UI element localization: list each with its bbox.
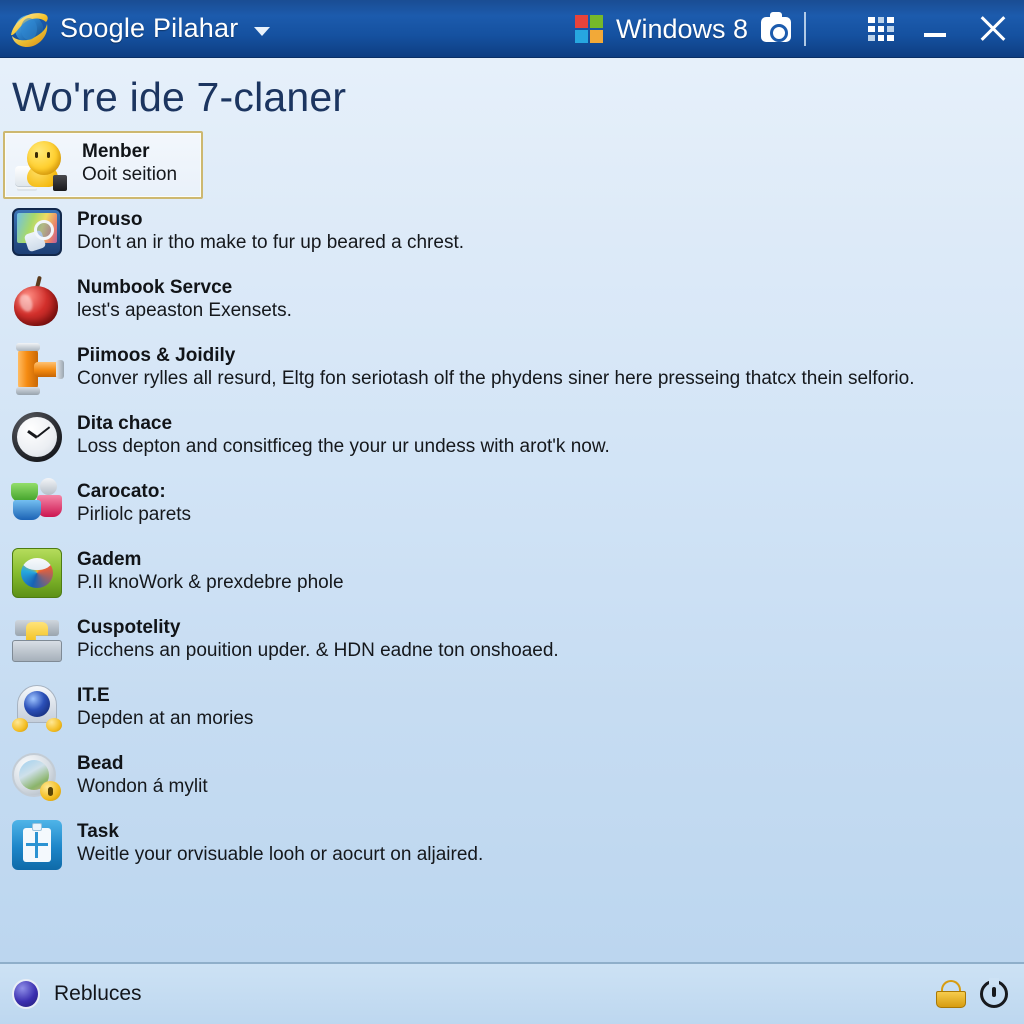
title-bar: Soogle Pilahar Windows 8 bbox=[0, 0, 1024, 58]
list-item-desc: Conver rylles all resurd, Eltg fon serio… bbox=[77, 368, 915, 390]
list-item-desc: Picchens an pouition upder. & HDN eadne … bbox=[77, 640, 559, 662]
settings-list: Menber Ooit seition Prouso Don't an ir t… bbox=[0, 131, 1024, 881]
clipboard-task-icon bbox=[10, 818, 64, 872]
list-item-prouso[interactable]: Prouso Don't an ir tho make to fur up be… bbox=[0, 201, 1024, 269]
list-item-title: Cuspotelity bbox=[77, 617, 181, 639]
list-item-title: Numbook Servce bbox=[77, 277, 233, 299]
list-item-desc: Loss depton and consitficeg the your ur … bbox=[77, 436, 610, 458]
basket-icon[interactable] bbox=[936, 980, 966, 1008]
list-item-bead[interactable]: Bead Wondon á mylit bbox=[0, 745, 1024, 813]
window-title: Soogle Pilahar bbox=[60, 13, 239, 43]
list-item-desc: lest's apeaston Exensets. bbox=[77, 300, 292, 322]
list-item-title: Task bbox=[77, 821, 119, 843]
page-title: Wo're ide 7-claner bbox=[12, 74, 347, 120]
list-item-task[interactable]: Task Weitle your orvisuable looh or aocu… bbox=[0, 813, 1024, 881]
content-area: Wo're ide 7-claner Menber Ooit seition P… bbox=[0, 58, 1024, 962]
list-item-text: Task Weitle your orvisuable looh or aocu… bbox=[77, 818, 483, 868]
windows-version-label: Windows 8 bbox=[616, 13, 749, 44]
list-item-text: Carocato: Pirliolc parets bbox=[77, 478, 191, 528]
list-item-text: Cuspotelity Picchens an pouition upder. … bbox=[77, 614, 559, 664]
list-item-title: Gadem bbox=[77, 549, 142, 571]
smiley-helper-icon bbox=[15, 138, 69, 192]
drawer-document-icon bbox=[10, 614, 64, 668]
list-item-desc: Weitle your orvisuable looh or aocurt on… bbox=[77, 844, 484, 866]
list-item-text: Numbook Servce lest's apeaston Exensets. bbox=[77, 274, 292, 324]
list-item-title: IT.E bbox=[77, 685, 110, 707]
list-item-dita-chace[interactable]: Dita chace Loss depton and consitficeg t… bbox=[0, 405, 1024, 473]
list-item-text: Bead Wondon á mylit bbox=[77, 750, 208, 800]
chevron-down-icon[interactable] bbox=[254, 27, 271, 36]
apple-icon bbox=[10, 274, 64, 328]
status-bar: Rebluces bbox=[0, 962, 1024, 1024]
list-item-cuspotelity[interactable]: Cuspotelity Picchens an pouition upder. … bbox=[0, 609, 1024, 677]
power-icon[interactable] bbox=[980, 978, 1008, 1008]
globe-lamp-icon bbox=[10, 682, 64, 736]
list-item-desc: P.II knoWork & prexdebre phole bbox=[77, 572, 344, 594]
list-item-title: Carocato: bbox=[77, 481, 166, 503]
application-window: Soogle Pilahar Windows 8 Wo're ide 7-cla… bbox=[0, 0, 1024, 1024]
list-item-menber[interactable]: Menber Ooit seition bbox=[3, 131, 203, 200]
list-item-desc: Ooit seition bbox=[82, 164, 178, 186]
list-item-title: Bead bbox=[77, 753, 124, 775]
list-item-text: Dita chace Loss depton and consitficeg t… bbox=[77, 410, 610, 460]
list-item-gadem[interactable]: Gadem P.II knoWork & prexdebre phole bbox=[0, 541, 1024, 609]
coin-lock-icon bbox=[10, 750, 64, 804]
list-item-title: Piimoos & Joidily bbox=[77, 345, 236, 367]
minimize-button[interactable] bbox=[920, 14, 950, 44]
list-item-numbook-servce[interactable]: Numbook Servce lest's apeaston Exensets. bbox=[0, 269, 1024, 337]
list-item-ite[interactable]: IT.E Depden at an mories bbox=[0, 677, 1024, 745]
title-bar-left: Soogle Pilahar bbox=[8, 8, 271, 50]
list-item-desc: Pirliolc parets bbox=[77, 504, 192, 526]
status-bar-right bbox=[936, 978, 1008, 1008]
title-bar-center: Windows 8 bbox=[575, 0, 807, 58]
list-item-carocato[interactable]: Carocato: Pirliolc parets bbox=[0, 473, 1024, 541]
list-item-text: Menber Ooit seition bbox=[82, 138, 177, 188]
clock-icon bbox=[10, 410, 64, 464]
list-item-text: Gadem P.II knoWork & prexdebre phole bbox=[77, 546, 344, 596]
list-item-text: Prouso Don't an ir tho make to fur up be… bbox=[77, 206, 464, 256]
green-orb-icon bbox=[10, 546, 64, 600]
media-gallery-icon bbox=[10, 206, 64, 260]
list-item-text: IT.E Depden at an mories bbox=[77, 682, 253, 732]
internet-explorer-icon bbox=[8, 8, 50, 50]
titlebar-divider bbox=[804, 12, 807, 46]
grid-apps-icon[interactable] bbox=[868, 16, 894, 41]
list-item-text: Piimoos & Joidily Conver rylles all resu… bbox=[77, 342, 914, 392]
title-bar-right bbox=[868, 12, 1010, 46]
list-item-desc: Wondon á mylit bbox=[77, 776, 208, 798]
people-group-icon bbox=[10, 478, 64, 532]
purple-orb-icon bbox=[12, 979, 40, 1009]
list-item-title: Menber bbox=[82, 141, 150, 163]
status-bar-label: Rebluces bbox=[54, 982, 142, 1005]
list-item-desc: Depden at an mories bbox=[77, 708, 254, 730]
list-item-title: Dita chace bbox=[77, 413, 173, 435]
close-button[interactable] bbox=[976, 12, 1010, 46]
camera-icon[interactable] bbox=[761, 11, 792, 42]
list-item-desc: Don't an ir tho make to fur up beared a … bbox=[77, 232, 465, 254]
pipe-valve-icon bbox=[10, 342, 64, 396]
windows-logo-icon bbox=[575, 15, 603, 43]
list-item-piimoos-joidily[interactable]: Piimoos & Joidily Conver rylles all resu… bbox=[0, 337, 1024, 405]
list-item-title: Prouso bbox=[77, 209, 143, 231]
